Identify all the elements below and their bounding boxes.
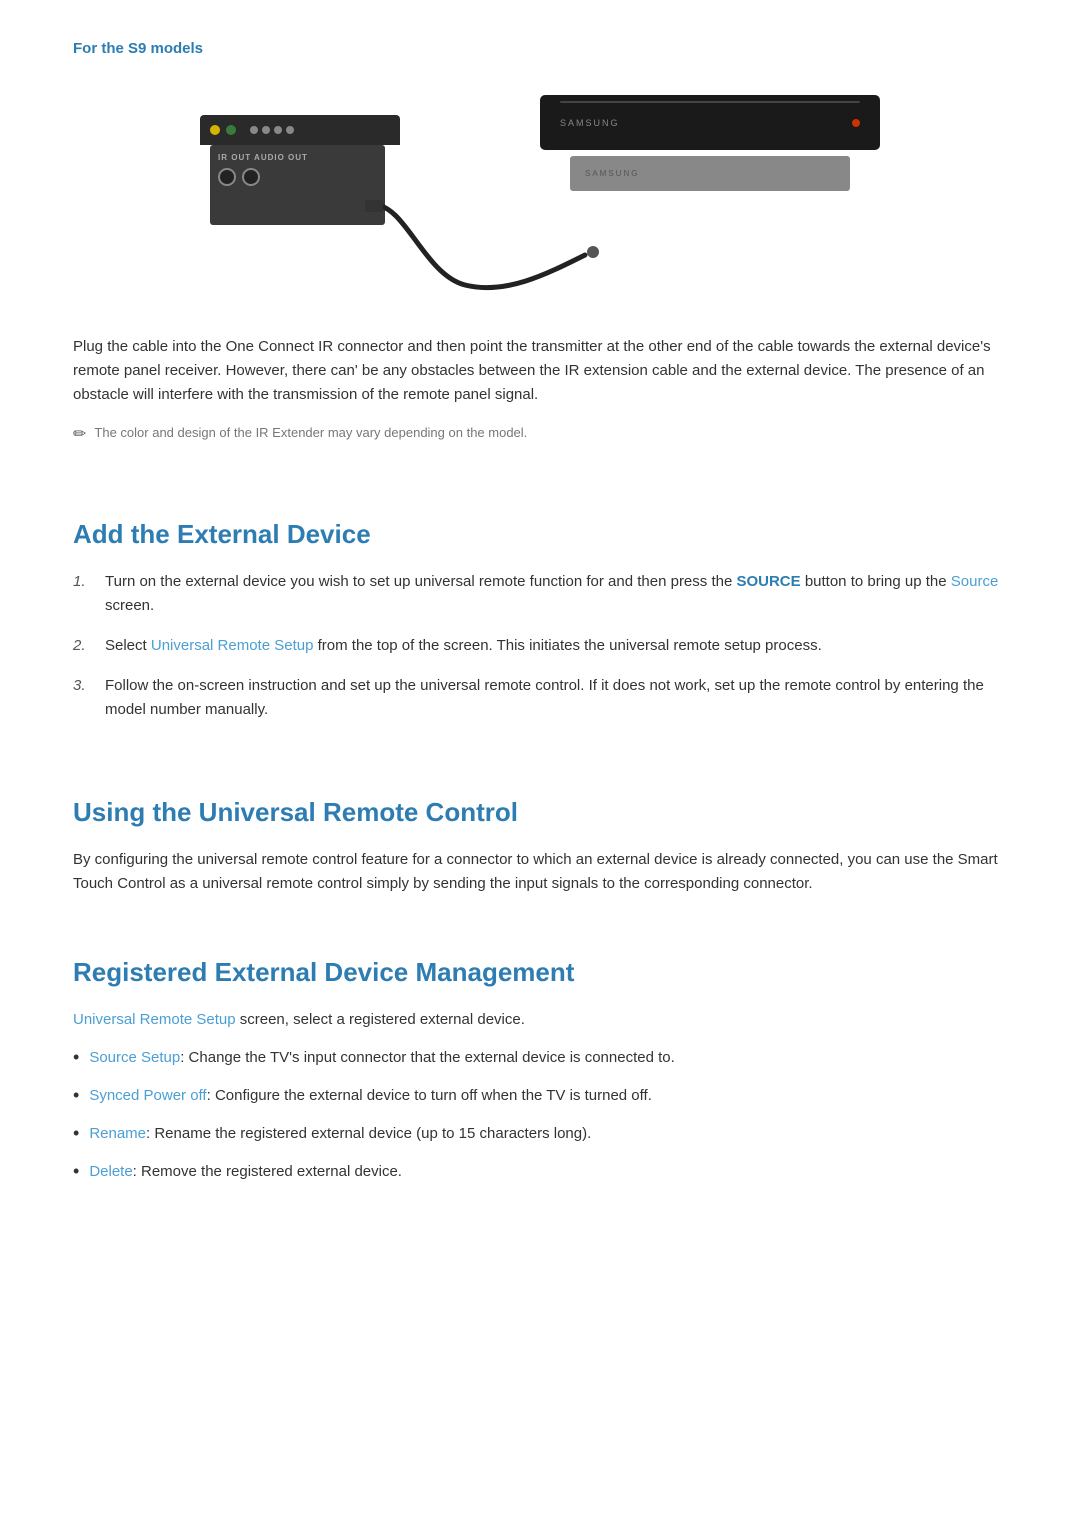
registered-intro-after: screen, select a registered external dev… xyxy=(236,1011,525,1028)
bullet-dot-1: • xyxy=(73,1046,79,1069)
ir-ports xyxy=(250,126,294,134)
pencil-icon: ✏ xyxy=(73,424,86,444)
samsung-sub-box: SAMSUNG xyxy=(570,156,850,191)
bullet-item-delete: • Delete: Remove the registered external… xyxy=(73,1160,1007,1184)
ir-conn-2 xyxy=(242,168,260,186)
add-steps-list: 1. Turn on the external device you wish … xyxy=(73,570,1007,722)
universal-heading: Using the Universal Remote Control xyxy=(73,797,1007,828)
ir-conn-1 xyxy=(218,168,236,186)
samsung-main-box: SAMSUNG xyxy=(540,95,880,150)
samsung-device: SAMSUNG SAMSUNG xyxy=(540,95,880,191)
body-paragraph: Plug the cable into the One Connect IR c… xyxy=(73,335,1007,407)
registered-intro: Universal Remote Setup screen, select a … xyxy=(73,1008,1007,1032)
rename-link: Rename xyxy=(89,1125,146,1142)
ir-body: IR OUT AUDIO OUT xyxy=(210,145,385,225)
bullet-text-4: Delete: Remove the registered external d… xyxy=(89,1160,402,1184)
add-step-3: 3. Follow the on-screen instruction and … xyxy=(73,674,1007,722)
bullet-dot-3: • xyxy=(73,1122,79,1145)
bullet-text-2: Synced Power off: Configure the external… xyxy=(89,1084,652,1108)
universal-remote-setup-link-2: Universal Remote Setup xyxy=(73,1011,236,1028)
device-image-area: IR OUT AUDIO OUT SAMSUNG SAMSUNG xyxy=(200,75,880,305)
source-setup-link: Source Setup xyxy=(89,1049,180,1066)
samsung-main-label: SAMSUNG xyxy=(560,118,620,128)
add-step-2: 2. Select Universal Remote Setup from th… xyxy=(73,634,1007,658)
ir-port-1 xyxy=(250,126,258,134)
samsung-top-line xyxy=(560,101,860,103)
cable-svg xyxy=(365,195,615,325)
step-num-2: 2. xyxy=(73,634,93,658)
bullet-dot-2: • xyxy=(73,1084,79,1107)
s9-label: For the S9 models xyxy=(73,40,1007,57)
ir-top-strip xyxy=(200,115,400,145)
ir-out-label: IR OUT AUDIO OUT xyxy=(218,153,308,162)
ir-port-2 xyxy=(262,126,270,134)
step-num-3: 3. xyxy=(73,674,93,698)
registered-heading: Registered External Device Management xyxy=(73,957,1007,988)
universal-remote-setup-link: Universal Remote Setup xyxy=(151,637,314,654)
source-screen-link: Source xyxy=(951,573,999,590)
bullet-item-synced-power: • Synced Power off: Configure the extern… xyxy=(73,1084,1007,1108)
source-link: SOURCE xyxy=(736,573,800,590)
bullet-text-1: Source Setup: Change the TV's input conn… xyxy=(89,1046,674,1070)
samsung-sub-label: SAMSUNG xyxy=(585,169,639,178)
ir-port-3 xyxy=(274,126,282,134)
bullet-item-rename: • Rename: Rename the registered external… xyxy=(73,1122,1007,1146)
bullet-text-3: Rename: Rename the registered external d… xyxy=(89,1122,591,1146)
note-text: The color and design of the IR Extender … xyxy=(94,423,527,443)
universal-body: By configuring the universal remote cont… xyxy=(73,848,1007,896)
ir-connectors xyxy=(218,168,260,186)
bullet-item-source-setup: • Source Setup: Change the TV's input co… xyxy=(73,1046,1007,1070)
ir-port-4 xyxy=(286,126,294,134)
add-heading: Add the External Device xyxy=(73,519,1007,550)
step-3-text: Follow the on-screen instruction and set… xyxy=(105,674,1007,722)
delete-link: Delete xyxy=(89,1163,132,1180)
synced-power-link: Synced Power off xyxy=(89,1087,206,1104)
step-1-text: Turn on the external device you wish to … xyxy=(105,570,1007,618)
step-num-1: 1. xyxy=(73,570,93,594)
samsung-red-dot xyxy=(852,119,860,127)
ir-dot-yellow xyxy=(210,125,220,135)
bullet-dot-4: • xyxy=(73,1160,79,1183)
ir-dot-green xyxy=(226,125,236,135)
note-row: ✏ The color and design of the IR Extende… xyxy=(73,423,1007,444)
add-step-1: 1. Turn on the external device you wish … xyxy=(73,570,1007,618)
step-2-text: Select Universal Remote Setup from the t… xyxy=(105,634,822,658)
bullet-list: • Source Setup: Change the TV's input co… xyxy=(73,1046,1007,1184)
